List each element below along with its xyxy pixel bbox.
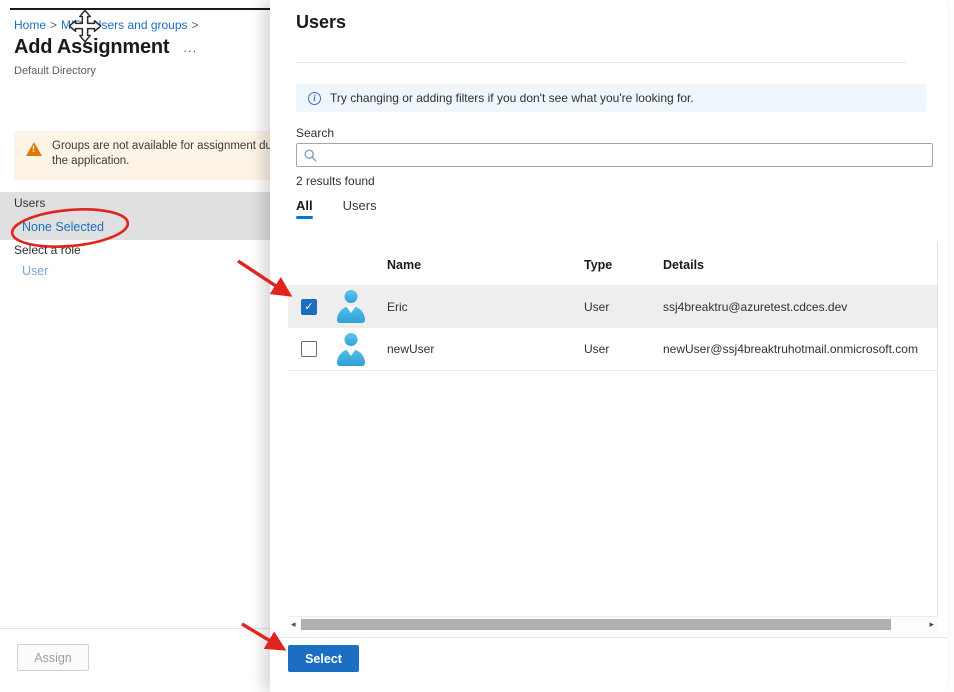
horizontal-scrollbar[interactable]: ◂ ▸ — [288, 616, 938, 631]
cell-type: User — [584, 300, 609, 314]
column-header-details: Details — [663, 258, 704, 272]
warning-text: Groups are not available for assignment … — [52, 139, 285, 172]
breadcrumb-separator: > — [46, 18, 61, 32]
select-role-label: Select a role — [14, 243, 81, 257]
search-icon — [304, 149, 317, 162]
cell-type: User — [584, 342, 609, 356]
assign-button[interactable]: Assign — [17, 644, 89, 671]
users-picker-panel: Users i Try changing or adding filters i… — [270, 0, 947, 692]
scrollbar-thumb[interactable] — [301, 619, 891, 630]
directory-subtitle: Default Directory — [14, 65, 96, 77]
filters-info-banner: i Try changing or adding filters if you … — [296, 84, 926, 112]
user-avatar-icon — [337, 333, 365, 366]
none-selected-link[interactable]: None Selected — [22, 220, 104, 234]
results-count: 2 results found — [296, 174, 375, 188]
breadcrumb-separator: > — [188, 18, 203, 32]
breadcrumb-home-link[interactable]: Home — [14, 18, 46, 32]
users-list: Name Type Details ✓ Eric User ssj4breakt… — [288, 242, 938, 616]
scroll-right-arrow-icon[interactable]: ▸ — [929, 619, 934, 630]
breadcrumb: Home>MID | Users and groups> — [14, 18, 203, 32]
column-header-type: Type — [584, 258, 612, 272]
blade-footer-divider — [0, 628, 270, 629]
tab-all[interactable]: All — [296, 198, 313, 219]
cell-details: ssj4breaktru@azuretest.cdces.dev — [663, 300, 847, 314]
row-checkbox-unchecked[interactable] — [301, 341, 317, 357]
info-icon: i — [308, 92, 321, 105]
panel-title-divider — [296, 62, 906, 63]
users-field-label: Users — [14, 196, 45, 210]
scroll-left-arrow-icon[interactable]: ◂ — [291, 619, 296, 630]
more-actions-ellipsis-icon[interactable]: ... — [183, 40, 197, 55]
panel-footer-divider — [270, 637, 947, 638]
table-row-eric[interactable]: ✓ Eric User ssj4breaktru@azuretest.cdces… — [288, 285, 937, 328]
tab-users[interactable]: Users — [343, 198, 377, 219]
warning-triangle-icon — [26, 142, 42, 156]
role-value-link[interactable]: User — [22, 264, 48, 278]
page-title: Add Assignment — [14, 36, 169, 59]
info-banner-text: Try changing or adding filters if you do… — [330, 91, 694, 105]
search-label: Search — [296, 126, 334, 140]
result-tabs: All Users — [296, 198, 377, 219]
column-header-name: Name — [387, 258, 421, 272]
breadcrumb-app-link[interactable]: MID | Users and groups — [61, 18, 188, 32]
cell-name: newUser — [387, 342, 434, 356]
row-checkbox-checked[interactable]: ✓ — [301, 299, 317, 315]
list-header-row: Name Type Details — [288, 254, 937, 276]
add-assignment-blade: Home>MID | Users and groups> Add Assignm… — [0, 10, 270, 692]
panel-title: Users — [296, 12, 346, 33]
azure-portal-screenshot: Home>MID | Users and groups> Add Assignm… — [0, 0, 954, 692]
groups-warning-banner: Groups are not available for assignment … — [14, 131, 314, 180]
user-avatar-icon — [337, 290, 365, 323]
cell-details: newUser@ssj4breaktruhotmail.onmicrosoft.… — [663, 342, 918, 356]
cell-name: Eric — [387, 300, 408, 314]
search-input[interactable] — [323, 148, 932, 162]
search-box[interactable] — [296, 143, 933, 167]
select-button[interactable]: Select — [288, 645, 359, 672]
table-row-newuser[interactable]: newUser User newUser@ssj4breaktruhotmail… — [288, 328, 937, 371]
